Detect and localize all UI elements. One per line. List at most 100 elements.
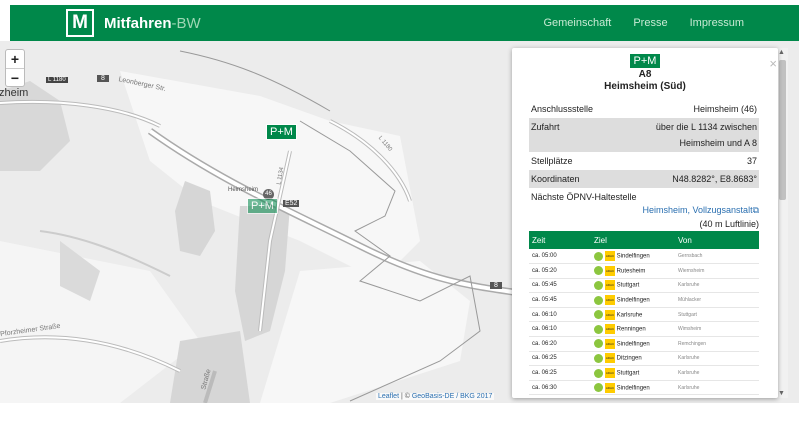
- ziel-text: Stuttgart: [616, 283, 640, 290]
- pm-marker-selected[interactable]: P+M: [247, 198, 278, 214]
- geobasis-link[interactable]: GeoBasis-DE / BKG 2017: [412, 393, 493, 400]
- brand-main: Mitfahren: [104, 15, 172, 32]
- zoom-in-button[interactable]: +: [6, 50, 24, 68]
- zeit-text: ca. 06:25: [532, 355, 557, 362]
- departures-table: Zeit Ziel Von ca. 05:00 ADAC Sindelfingen…: [529, 231, 759, 396]
- table-row[interactable]: ca. 05:45 ADAC Stuttgart Karlsruhe: [529, 278, 759, 294]
- row-von: Mühlacker: [675, 292, 759, 308]
- adac-icon: ADAC: [605, 368, 615, 379]
- info-value: N48.8282°, E8.8683°: [672, 174, 757, 184]
- table-row[interactable]: ca. 06:25 ADAC Stuttgart Karlsruhe: [529, 365, 759, 381]
- carpool-icon: [594, 310, 603, 320]
- zoom-control: + −: [5, 49, 25, 87]
- ziel-text: Sindelfingen: [616, 297, 650, 304]
- info-value: über die L 1134 zwischen Heimsheim und A …: [656, 119, 757, 152]
- info-value-line: Heimsheim und A 8: [679, 138, 757, 148]
- nav-gemeinschaft[interactable]: Gemeinschaft: [543, 17, 611, 29]
- table-row[interactable]: ca. 06:10 ADAC Renningen Wimsheim: [529, 321, 759, 338]
- row-von: Karlsruhe: [675, 278, 759, 294]
- zoom-out-button[interactable]: −: [6, 68, 24, 86]
- ziel-text: Rutesheim: [616, 268, 646, 275]
- oepnv-link[interactable]: Heimsheim, Vollzugsanstalt⧉: [529, 205, 759, 219]
- nav-presse[interactable]: Presse: [633, 17, 667, 29]
- adac-icon: ADAC: [605, 324, 615, 335]
- row-ziel: ADAC Sindelfingen: [591, 380, 675, 396]
- nav-impressum[interactable]: Impressum: [690, 17, 744, 29]
- pm-marker[interactable]: P+M: [266, 124, 297, 140]
- info-row-zufahrt: Zufahrt über die L 1134 zwischen Heimshei…: [529, 118, 759, 152]
- scroll-up-icon[interactable]: ▲: [778, 49, 785, 56]
- navbar: M Mitfahren-BW Gemeinschaft Presse Impre…: [0, 0, 799, 41]
- town-label: zheim: [0, 87, 29, 99]
- ziel-text: Stuttgart: [616, 370, 640, 377]
- zeit-text: ca. 06:10: [532, 326, 557, 333]
- row-ziel: ADAC Stuttgart: [591, 278, 675, 294]
- carpool-icon: [594, 353, 603, 363]
- ziel-text: Sindelfingen: [616, 253, 650, 260]
- navbar-bar: M Mitfahren-BW Gemeinschaft Presse Impre…: [10, 5, 799, 41]
- row-von: Wiernsheim: [675, 263, 759, 279]
- table-row[interactable]: ca. 06:20 ADAC Sindelfingen Remchingen: [529, 336, 759, 352]
- row-ziel: ADAC Sindelfingen: [591, 336, 675, 352]
- info-value: Heimsheim (46): [693, 104, 757, 114]
- row-ziel: ADAC Sindelfingen: [591, 249, 675, 265]
- info-row-oepnv: Nächste ÖPNV-Haltestelle: [529, 188, 759, 205]
- row-von: Wimsheim: [675, 321, 759, 338]
- row-von: Remchingen: [675, 336, 759, 352]
- carpool-icon: [594, 324, 603, 334]
- parking-popup[interactable]: × P+M A8 Heimsheim (Süd) Anschlussstelle…: [512, 48, 778, 398]
- leaflet-link[interactable]: Leaflet: [378, 393, 399, 400]
- road-shield: L 1180: [46, 77, 68, 83]
- adac-icon: ADAC: [605, 265, 615, 276]
- zeit-text: ca. 05:20: [532, 267, 557, 274]
- row-ziel: ADAC Rutesheim: [591, 263, 675, 279]
- pm-badge: P+M: [630, 54, 660, 68]
- carpool-icon: [594, 339, 603, 349]
- zeit-text: ca. 05:45: [532, 297, 557, 304]
- table-row[interactable]: ca. 05:00 ADAC Sindelfingen Gernsbach: [529, 249, 759, 265]
- row-zeit: ca. 05:20: [529, 263, 591, 279]
- row-zeit: ca. 06:10: [529, 307, 591, 323]
- row-zeit: ca. 06:25: [529, 365, 591, 381]
- popup-scrollbar[interactable]: ▲ ▼: [777, 48, 788, 398]
- adac-icon: ADAC: [605, 382, 615, 393]
- row-zeit: ca. 05:00: [529, 249, 591, 265]
- map-attribution: Leaflet | © GeoBasis-DE / BKG 2017: [376, 393, 495, 400]
- close-icon[interactable]: ×: [769, 56, 777, 71]
- adac-icon: ADAC: [605, 338, 615, 349]
- ziel-text: Ditzingen: [616, 356, 642, 363]
- row-zeit: ca. 06:30: [529, 380, 591, 396]
- brand-suffix: -BW: [171, 15, 201, 32]
- row-zeit: ca. 06:25: [529, 351, 591, 367]
- carpool-icon: [594, 383, 603, 393]
- info-label: Zufahrt: [531, 122, 560, 132]
- zeit-text: ca. 06:20: [532, 340, 557, 347]
- col-von: Von: [675, 231, 759, 249]
- row-zeit: ca. 05:45: [529, 278, 591, 294]
- zeit-text: ca. 06:10: [532, 311, 557, 318]
- ziel-text: Karlsruhe: [616, 312, 643, 319]
- place-label: Heimsheim: [228, 187, 259, 193]
- info-row-koordinaten: Koordinaten N48.8282°, E8.8683°: [529, 170, 759, 188]
- popup-road: A8: [638, 69, 652, 80]
- table-row[interactable]: ca. 05:45 ADAC Sindelfingen Mühlacker: [529, 292, 759, 308]
- road-shield: 8: [97, 75, 109, 82]
- table-row[interactable]: ca. 06:30 ADAC Sindelfingen Karlsruhe: [529, 380, 759, 396]
- map-area: [0, 241, 200, 403]
- carpool-icon: [594, 295, 603, 305]
- adac-icon: ADAC: [605, 353, 615, 364]
- table-row[interactable]: ca. 05:20 ADAC Rutesheim Wiernsheim: [529, 263, 759, 279]
- attribution-separator: | ©: [399, 393, 412, 400]
- scroll-thumb[interactable]: [779, 60, 786, 200]
- scroll-down-icon[interactable]: ▼: [778, 390, 785, 397]
- table-row[interactable]: ca. 06:10 ADAC Karlsruhe Stuttgart: [529, 307, 759, 323]
- info-row-stellplaetze: Stellplätze 37: [529, 152, 759, 170]
- zeit-text: ca. 06:25: [532, 370, 557, 377]
- row-ziel: ADAC Stuttgart: [591, 365, 675, 381]
- logo-icon[interactable]: M: [66, 9, 94, 37]
- table-row[interactable]: ca. 06:25 ADAC Ditzingen Karlsruhe: [529, 351, 759, 367]
- adac-icon: ADAC: [605, 251, 615, 262]
- brand-title[interactable]: Mitfahren-BW: [104, 15, 201, 32]
- info-label: Stellplätze: [531, 156, 573, 166]
- carpool-icon: [594, 280, 603, 290]
